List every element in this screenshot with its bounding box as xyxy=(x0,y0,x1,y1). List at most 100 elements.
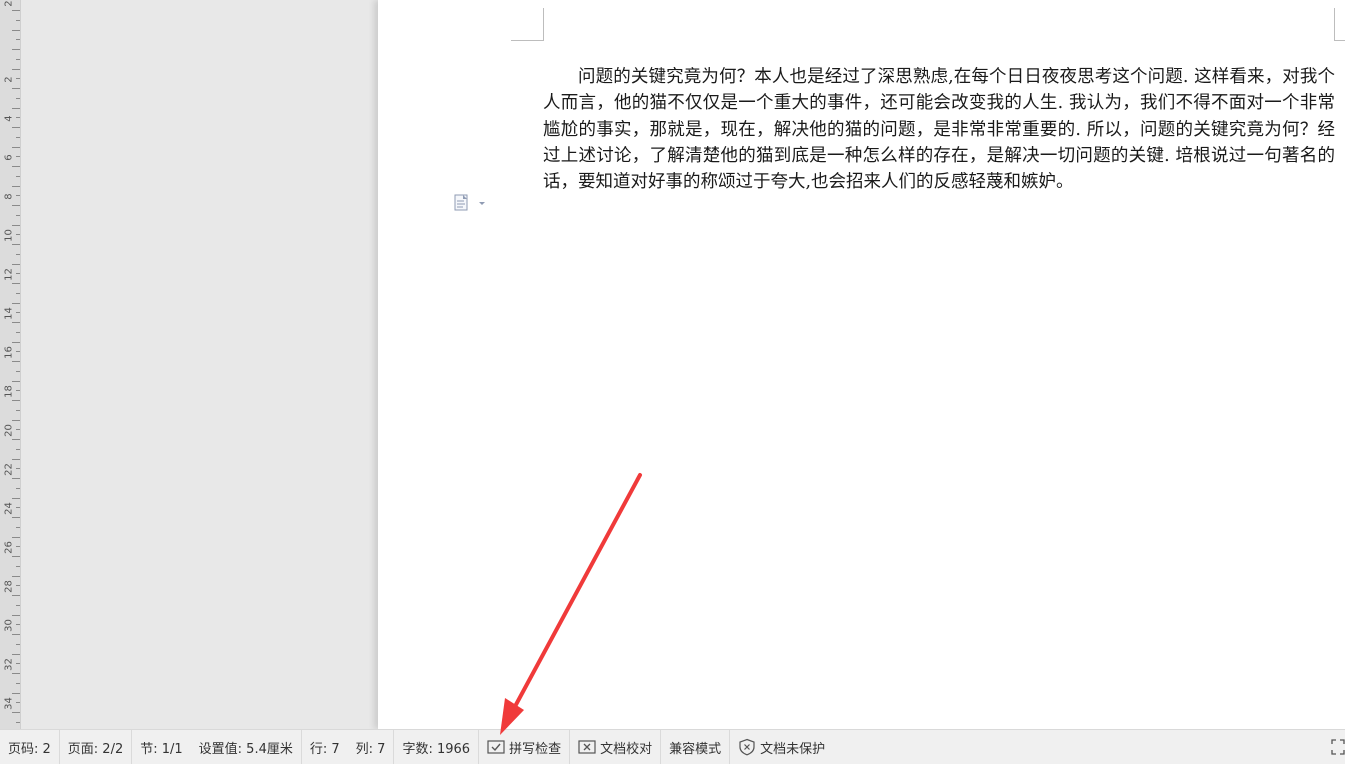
ruler-number: 26 xyxy=(3,541,15,554)
ruler-tick xyxy=(12,69,20,70)
ruler-tick xyxy=(16,644,20,645)
ruler-tick xyxy=(16,215,20,216)
ruler-tick xyxy=(16,624,20,625)
ruler-number: 16 xyxy=(3,346,15,359)
col-indicator[interactable]: 列: 7 xyxy=(348,730,394,764)
pages-count[interactable]: 页面: 2/2 xyxy=(60,730,131,764)
doc-proof-label: 文档校对 xyxy=(600,741,653,757)
section-count[interactable]: 节: 1/1 xyxy=(132,730,190,764)
ruler-tick xyxy=(16,468,20,469)
ruler-tick xyxy=(16,273,20,274)
ruler-tick xyxy=(12,420,20,421)
ruler-number: 2 xyxy=(3,76,15,83)
word-count[interactable]: 字数: 1966 xyxy=(394,730,478,764)
section-label: 节: 1/1 xyxy=(140,741,183,757)
ruler-number: 14 xyxy=(3,307,15,320)
ruler-tick xyxy=(16,351,20,352)
ruler-tick xyxy=(16,488,20,489)
setting-value[interactable]: 设置值: 5.4厘米 xyxy=(191,730,301,764)
ruler-tick xyxy=(12,147,20,148)
ruler-tick xyxy=(12,49,20,50)
ruler-tick xyxy=(16,78,20,79)
ruler-tick xyxy=(16,527,20,528)
fullscreen-icon[interactable] xyxy=(1331,739,1345,755)
ruler-tick xyxy=(16,234,20,235)
ruler-number: 28 xyxy=(3,580,15,593)
ruler-tick xyxy=(12,615,20,616)
compat-mode[interactable]: 兼容模式 xyxy=(661,730,729,764)
ruler-tick xyxy=(16,507,20,508)
ruler-tick xyxy=(16,254,20,255)
ruler-tick xyxy=(16,390,20,391)
ruler-number: 2 xyxy=(3,0,15,7)
compat-mode-label: 兼容模式 xyxy=(669,741,722,757)
spell-check-button[interactable]: 拼写检查 xyxy=(479,730,569,764)
setting-label: 设置值: 5.4厘米 xyxy=(198,741,293,757)
ruler-tick xyxy=(12,342,20,343)
ruler-tick xyxy=(12,186,20,187)
ruler-tick xyxy=(12,205,20,206)
ruler-tick xyxy=(12,400,20,401)
ruler-tick xyxy=(16,312,20,313)
doc-proof-button[interactable]: 文档校对 xyxy=(570,730,660,764)
ruler-tick xyxy=(16,683,20,684)
ruler-tick xyxy=(12,556,20,557)
document-paragraph[interactable]: 问题的关键究竟为何？本人也是经过了深思熟虑,在每个日日夜夜思考这个问题. 这样看… xyxy=(543,64,1335,195)
ruler-tick xyxy=(16,546,20,547)
paragraph-options-icon[interactable] xyxy=(454,194,490,212)
ruler-tick xyxy=(12,576,20,577)
doc-protection-button[interactable]: 文档未保护 xyxy=(730,730,833,764)
ruler-tick xyxy=(12,283,20,284)
ruler-tick xyxy=(16,702,20,703)
col-label: 列: 7 xyxy=(355,741,386,757)
ruler-tick xyxy=(12,537,20,538)
ruler-tick xyxy=(12,654,20,655)
ruler-tick xyxy=(12,498,20,499)
ruler-tick xyxy=(12,264,20,265)
ruler-tick xyxy=(12,595,20,596)
ruler-tick xyxy=(16,39,20,40)
page-code[interactable]: 页码: 2 xyxy=(0,730,59,764)
ruler-tick xyxy=(12,10,20,11)
ruler-tick xyxy=(16,195,20,196)
spell-check-label: 拼写检查 xyxy=(509,741,562,757)
ruler-tick xyxy=(16,20,20,21)
row-indicator[interactable]: 行: 7 xyxy=(302,730,348,764)
ruler-tick xyxy=(12,244,20,245)
unprotected-label: 文档未保护 xyxy=(760,741,826,757)
ruler-tick xyxy=(16,98,20,99)
ruler-tick xyxy=(16,410,20,411)
ruler-number: 4 xyxy=(3,115,15,122)
ruler-number: 10 xyxy=(3,229,15,242)
ruler-number: 18 xyxy=(3,385,15,398)
ruler-tick xyxy=(12,303,20,304)
ruler-number: 32 xyxy=(3,658,15,671)
ruler-tick xyxy=(16,137,20,138)
ruler-number: 8 xyxy=(3,193,15,200)
status-bar: 页码: 2 页面: 2/2 节: 1/1 设置值: 5.4厘米 行: 7 列: … xyxy=(0,729,1345,764)
ruler-tick xyxy=(12,322,20,323)
ruler-tick xyxy=(12,634,20,635)
ruler-tick xyxy=(12,225,20,226)
ruler-tick xyxy=(16,332,20,333)
ruler-tick xyxy=(16,371,20,372)
margin-corner-left xyxy=(511,8,544,41)
shield-x-icon xyxy=(739,738,755,756)
ruler-number: 12 xyxy=(3,268,15,281)
ruler-tick xyxy=(16,117,20,118)
ruler-tick xyxy=(12,166,20,167)
ruler-number: 30 xyxy=(3,619,15,632)
ruler-tick xyxy=(12,517,20,518)
ruler-tick xyxy=(16,176,20,177)
ruler-tick xyxy=(12,88,20,89)
ruler-tick xyxy=(16,585,20,586)
ruler-tick xyxy=(16,566,20,567)
ruler-tick xyxy=(12,108,20,109)
ruler-tick xyxy=(16,429,20,430)
ruler-tick xyxy=(12,361,20,362)
ruler-tick xyxy=(16,722,20,723)
document-page[interactable]: 问题的关键究竟为何？本人也是经过了深思熟虑,在每个日日夜夜思考这个问题. 这样看… xyxy=(378,0,1345,729)
ruler-tick xyxy=(16,293,20,294)
ruler-tick xyxy=(12,712,20,713)
ruler-tick xyxy=(16,449,20,450)
